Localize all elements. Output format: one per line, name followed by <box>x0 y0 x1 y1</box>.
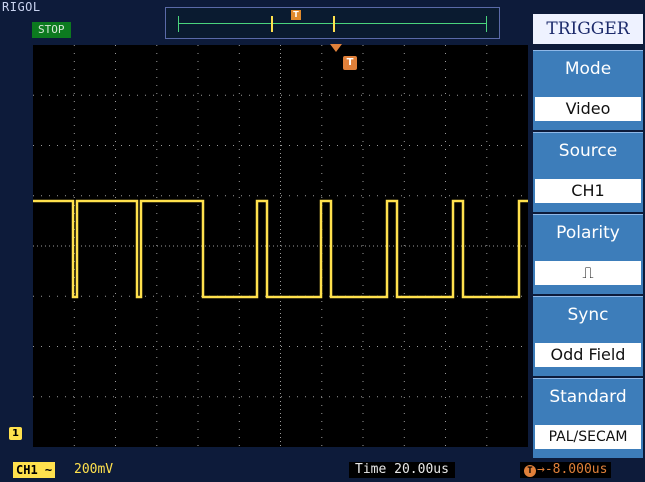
waveform-graticule <box>33 45 528 447</box>
menu-title: TRIGGER <box>533 14 643 44</box>
run-status-badge[interactable]: STOP <box>32 22 71 38</box>
trigger-position-arrow-icon <box>330 44 342 52</box>
timebase-readout[interactable]: Time 20.00us <box>349 462 455 478</box>
menu-label-source: Source <box>558 141 618 161</box>
trigger-menu: TRIGGER Mode Video Source CH1 Polarity ⎍… <box>533 14 645 462</box>
ch1-label: CH1 <box>16 463 38 477</box>
graticule-svg <box>33 45 528 447</box>
ch1-volts-per-div: 200mV <box>74 462 114 477</box>
menu-value-source: CH1 <box>535 179 641 203</box>
trigger-position-icon[interactable]: T <box>343 56 357 70</box>
oscilloscope-screen: RIGOL STOP T T 1 TRIGGER Mode Video Sour… <box>0 0 645 482</box>
menu-button-polarity[interactable]: Polarity ⎍ <box>533 214 643 294</box>
trigger-offset-readout[interactable]: T →-8.000us <box>520 462 612 478</box>
menu-value-standard: PAL/SECAM <box>535 425 641 449</box>
menu-value-sync: Odd Field <box>535 343 641 367</box>
ch1-ground-marker-icon[interactable]: 1 <box>9 427 22 440</box>
memory-view-window <box>271 16 335 32</box>
polarity-negative-pulse-icon: ⎍ <box>535 261 641 285</box>
brand-logo: RIGOL <box>2 0 41 14</box>
ac-coupling-icon: ~ <box>44 463 53 477</box>
menu-label-sync: Sync <box>567 305 609 325</box>
memory-bar-end-tick <box>486 16 487 32</box>
trigger-offset-value: -8.000us <box>544 462 608 477</box>
menu-button-standard[interactable]: Standard PAL/SECAM <box>533 378 643 458</box>
trigger-offset-icon: T <box>524 465 536 477</box>
menu-label-polarity: Polarity <box>556 223 620 243</box>
menu-value-mode: Video <box>535 97 641 121</box>
menu-label-mode: Mode <box>564 59 612 79</box>
menu-button-source[interactable]: Source CH1 <box>533 132 643 212</box>
memory-depth-bar: T <box>165 7 500 39</box>
menu-label-standard: Standard <box>549 387 627 407</box>
timebase-label: Time <box>355 462 387 477</box>
memory-trigger-icon: T <box>291 10 301 20</box>
menu-button-sync[interactable]: Sync Odd Field <box>533 296 643 376</box>
memory-bar-start-tick <box>178 16 179 32</box>
ch1-badge[interactable]: CH1 ~ <box>13 462 56 478</box>
menu-button-mode[interactable]: Mode Video <box>533 50 643 130</box>
timebase-value: 20.00us <box>394 462 449 477</box>
trigger-offset-arrow-icon: → <box>537 462 545 477</box>
